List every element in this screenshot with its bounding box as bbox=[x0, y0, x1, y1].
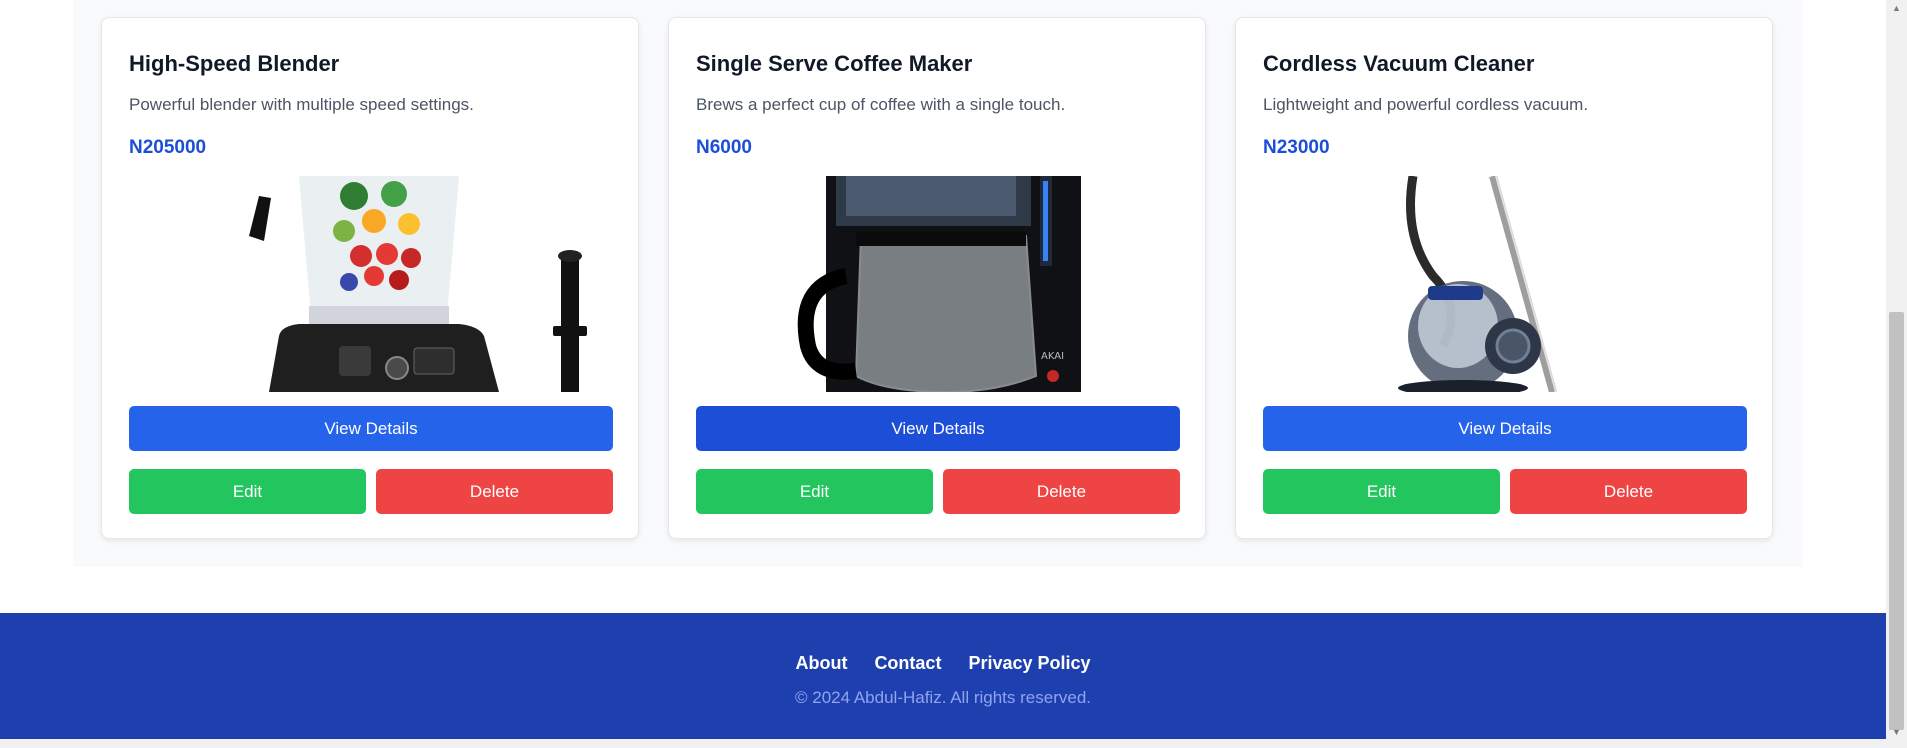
delete-button[interactable]: Delete bbox=[376, 469, 613, 514]
delete-button[interactable]: Delete bbox=[1510, 469, 1747, 514]
product-title: Single Serve Coffee Maker bbox=[696, 51, 973, 76]
view-details-button[interactable]: View Details bbox=[696, 406, 1180, 451]
horizontal-scrollbar[interactable] bbox=[0, 739, 1907, 748]
scroll-down-arrow-icon[interactable]: ▼ bbox=[1886, 724, 1907, 740]
product-title: Cordless Vacuum Cleaner bbox=[1263, 51, 1535, 76]
vacuum-cleaner-image bbox=[1263, 176, 1747, 392]
view-details-button[interactable]: View Details bbox=[129, 406, 613, 451]
edit-button[interactable]: Edit bbox=[696, 469, 933, 514]
product-description: Powerful blender with multiple speed set… bbox=[129, 95, 474, 114]
blender-image bbox=[129, 176, 613, 392]
svg-text:AKAI: AKAI bbox=[1041, 351, 1064, 362]
footer-link-about[interactable]: About bbox=[795, 653, 847, 674]
product-price: N6000 bbox=[696, 137, 752, 158]
product-price: N23000 bbox=[1263, 137, 1330, 158]
edit-button[interactable]: Edit bbox=[1263, 469, 1500, 514]
view-details-button[interactable]: View Details bbox=[1263, 406, 1747, 451]
product-title: High-Speed Blender bbox=[129, 51, 340, 76]
copyright-text: © 2024 Abdul-Hafiz. All rights reserved. bbox=[794, 688, 1091, 707]
product-card: Single Serve Coffee Maker Brews a perfec… bbox=[668, 17, 1206, 539]
product-card: High-Speed Blender Powerful blender with… bbox=[101, 17, 639, 539]
edit-button[interactable]: Edit bbox=[129, 469, 366, 514]
product-price: N205000 bbox=[129, 137, 207, 158]
site-footer: About Contact Privacy Policy © 2024 Abdu… bbox=[0, 613, 1886, 739]
product-card: Cordless Vacuum Cleaner Lightweight and … bbox=[1235, 17, 1773, 539]
product-description: Brews a perfect cup of coffee with a sin… bbox=[696, 95, 1066, 114]
vertical-scrollbar[interactable]: ▲ ▼ bbox=[1886, 0, 1907, 740]
scrollbar-thumb[interactable] bbox=[1889, 312, 1904, 730]
footer-link-privacy-policy[interactable]: Privacy Policy bbox=[968, 653, 1090, 674]
product-description: Lightweight and powerful cordless vacuum… bbox=[1263, 95, 1589, 114]
delete-button[interactable]: Delete bbox=[943, 469, 1180, 514]
footer-links: About Contact Privacy Policy bbox=[0, 653, 1886, 674]
footer-link-contact[interactable]: Contact bbox=[874, 653, 941, 674]
scroll-up-arrow-icon[interactable]: ▲ bbox=[1886, 0, 1907, 16]
coffee-maker-image: AKAI bbox=[696, 176, 1180, 392]
